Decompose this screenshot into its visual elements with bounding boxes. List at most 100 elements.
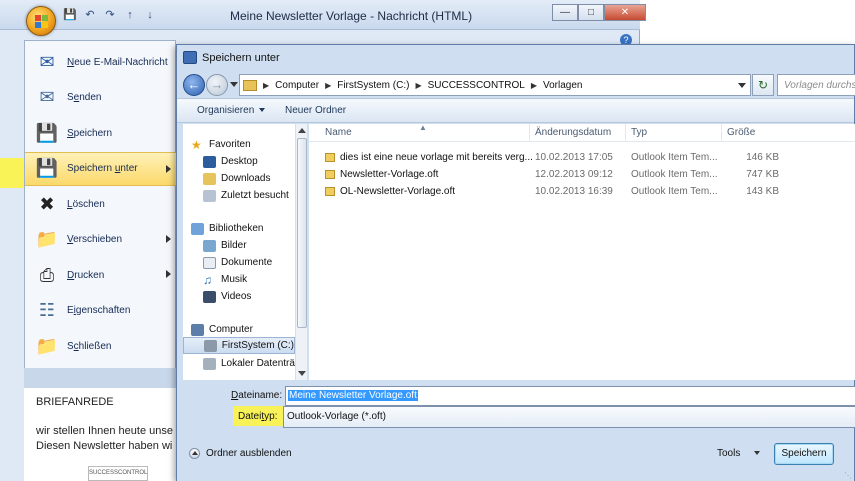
office-menu-label: Speichern (67, 127, 113, 139)
file-row[interactable]: OL-Newsletter-Vorlage.oft 10.02.2013 16:… (309, 183, 855, 200)
scroll-down-icon[interactable] (298, 371, 306, 376)
column-divider[interactable] (529, 124, 530, 142)
resize-grip-icon[interactable]: ⋱ (844, 471, 852, 480)
logo: SUCCESSCONTROL (88, 466, 148, 481)
nav-favorites-header[interactable]: ★ Favoriten (191, 136, 303, 153)
organize-button[interactable]: Organisieren (197, 105, 266, 116)
office-menu-item-delete[interactable]: ✖ Löschen (25, 187, 177, 221)
back-arrow-icon[interactable]: ← (183, 74, 205, 96)
minimize-icon[interactable]: — (552, 4, 578, 21)
save-button[interactable]: Speichern (774, 443, 834, 465)
nav-label: Dokumente (221, 257, 273, 268)
address-dropdown-chevron-icon[interactable] (738, 83, 746, 88)
nav-label: Videos (221, 291, 252, 302)
office-menu-item-send[interactable]: ✉ Senden (25, 81, 177, 115)
office-menu: ✉ Neue E-Mail-Nachricht ✉ Senden 💾 Speichern 💾… (24, 40, 177, 380)
scroll-up-icon[interactable] (298, 128, 306, 133)
file-date: 12.02.2013 09:12 (535, 169, 613, 180)
address-bar[interactable]: ▶ Computer ▶ FirstSystem (C:) ▶ SUCCESSC… (239, 74, 751, 96)
hide-folders-button[interactable]: Ordner ausblenden (189, 448, 292, 459)
nav-item-music[interactable]: ♫ Musik (203, 271, 307, 288)
delete-icon: ✖ (39, 193, 55, 214)
nav-item-local-disk[interactable]: Lokaler Datenträger (203, 355, 307, 372)
nav-label: Musik (221, 274, 248, 285)
template-file-icon (325, 170, 335, 179)
recent-places-icon (203, 189, 216, 202)
save-as-icon: 💾 (35, 158, 59, 178)
hide-folders-label: Ordner ausblenden (206, 448, 292, 459)
filename-input[interactable]: Meine Newsletter Vorlage.oft (285, 386, 855, 406)
redo-icon[interactable]: ↷ (102, 8, 118, 22)
office-menu-item-close-folder[interactable]: 📁 Schließen (25, 329, 177, 363)
nav-libraries-header[interactable]: Bibliotheken (191, 220, 303, 237)
nav-label: Zuletzt besucht (221, 190, 289, 201)
tools-label: Tools (717, 448, 741, 459)
up-icon[interactable]: ↑ (122, 8, 138, 22)
nav-item-recent[interactable]: Zuletzt besucht (203, 187, 307, 204)
file-type: Outlook Item Tem... (631, 152, 718, 163)
office-button-icon[interactable] (26, 6, 56, 36)
column-header-size[interactable]: Größe (727, 127, 755, 138)
office-menu-label: Löschen (67, 198, 105, 210)
breadcrumb-drive[interactable]: FirstSystem (C:) (337, 80, 409, 91)
libraries-icon (191, 222, 204, 235)
refresh-icon[interactable]: ↻ (752, 74, 774, 96)
breadcrumb-separator-icon[interactable]: ▶ (325, 81, 331, 90)
down-icon[interactable]: ↓ (142, 8, 158, 22)
office-menu-item-print[interactable]: ⎙ Drucken (25, 258, 177, 292)
search-input[interactable]: Vorlagen durchsuchen (777, 74, 855, 96)
tools-button[interactable]: Tools (717, 448, 761, 459)
scroll-thumb[interactable] (297, 138, 307, 328)
desktop-icon (203, 155, 216, 168)
office-menu-label: Drucken (67, 269, 105, 281)
column-divider[interactable] (721, 124, 722, 142)
undo-icon[interactable]: ↶ (82, 8, 98, 22)
breadcrumb-successcontrol[interactable]: SUCCESSCONTROL (428, 80, 525, 91)
breadcrumb-separator-icon[interactable]: ▶ (263, 81, 269, 90)
chevron-down-icon (754, 451, 761, 456)
breadcrumb-separator-icon[interactable]: ▶ (531, 81, 537, 90)
office-menu-label: Verschieben (67, 234, 123, 245)
file-name: OL-Newsletter-Vorlage.oft (340, 186, 456, 197)
videos-icon (203, 290, 216, 303)
office-menu-item-save[interactable]: 💾 Speichern (25, 116, 177, 150)
column-header-type[interactable]: Typ (631, 127, 647, 138)
new-folder-button[interactable]: Neuer Ordner (285, 105, 346, 116)
nav-item-documents[interactable]: Dokumente (203, 254, 307, 271)
file-row[interactable]: Newsletter-Vorlage.oft 12.02.2013 09:12 … (309, 166, 855, 183)
nav-item-firstsystem[interactable]: FirstSystem (C:) (183, 337, 295, 354)
nav-item-videos[interactable]: Videos (203, 288, 307, 305)
nav-item-pictures[interactable]: Bilder (203, 237, 307, 254)
dialog-title: Speichern unter (202, 52, 280, 64)
column-header-date[interactable]: Änderungsdatum (535, 127, 611, 138)
breadcrumb-separator-icon[interactable]: ▶ (415, 81, 421, 90)
filetype-select[interactable]: Outlook-Vorlage (*.oft) (283, 406, 855, 428)
nav-item-downloads[interactable]: Downloads (203, 170, 307, 187)
outlook-titlebar: 💾 ↶ ↷ ↑ ↓ Meine Newsletter Vorlage - Nac… (0, 0, 646, 30)
nav-item-desktop[interactable]: Desktop (203, 153, 307, 170)
office-menu-item-move[interactable]: 📁 Verschieben (25, 223, 177, 257)
office-menu-item-save-as[interactable]: 💾 Speichern unter (25, 151, 177, 186)
recent-locations-chevron-icon[interactable] (230, 82, 238, 87)
nav-scrollbar[interactable] (295, 124, 307, 380)
breadcrumb-vorlagen[interactable]: Vorlagen (543, 80, 582, 91)
column-divider[interactable] (625, 124, 626, 142)
forward-arrow-icon[interactable]: → (206, 74, 228, 96)
message-info-bar (24, 368, 176, 388)
file-name: Newsletter-Vorlage.oft (340, 169, 439, 180)
close-icon[interactable]: ✕ (604, 4, 646, 21)
office-menu-item-properties[interactable]: ☷ Eigenschaften (25, 294, 177, 328)
nav-computer-header[interactable]: Computer (191, 321, 303, 338)
chevron-down-icon (259, 108, 266, 113)
office-menu-item-new-mail[interactable]: ✉ Neue E-Mail-Nachricht (25, 45, 177, 79)
maximize-icon[interactable]: □ (578, 4, 604, 21)
file-row[interactable]: dies ist eine neue vorlage mit bereits v… (309, 149, 855, 166)
file-list: ▲ Name Änderungsdatum Typ Größe dies ist… (309, 123, 855, 380)
column-header-name[interactable]: Name (325, 127, 352, 138)
address-row: ← → ▶ Computer ▶ FirstSystem (C:) ▶ SUCC… (177, 71, 855, 97)
file-size: 747 KB (746, 169, 779, 180)
submenu-arrow-icon (166, 164, 171, 173)
submenu-arrow-icon (166, 234, 171, 243)
save-icon[interactable]: 💾 (62, 8, 78, 22)
breadcrumb-computer[interactable]: Computer (275, 80, 319, 91)
